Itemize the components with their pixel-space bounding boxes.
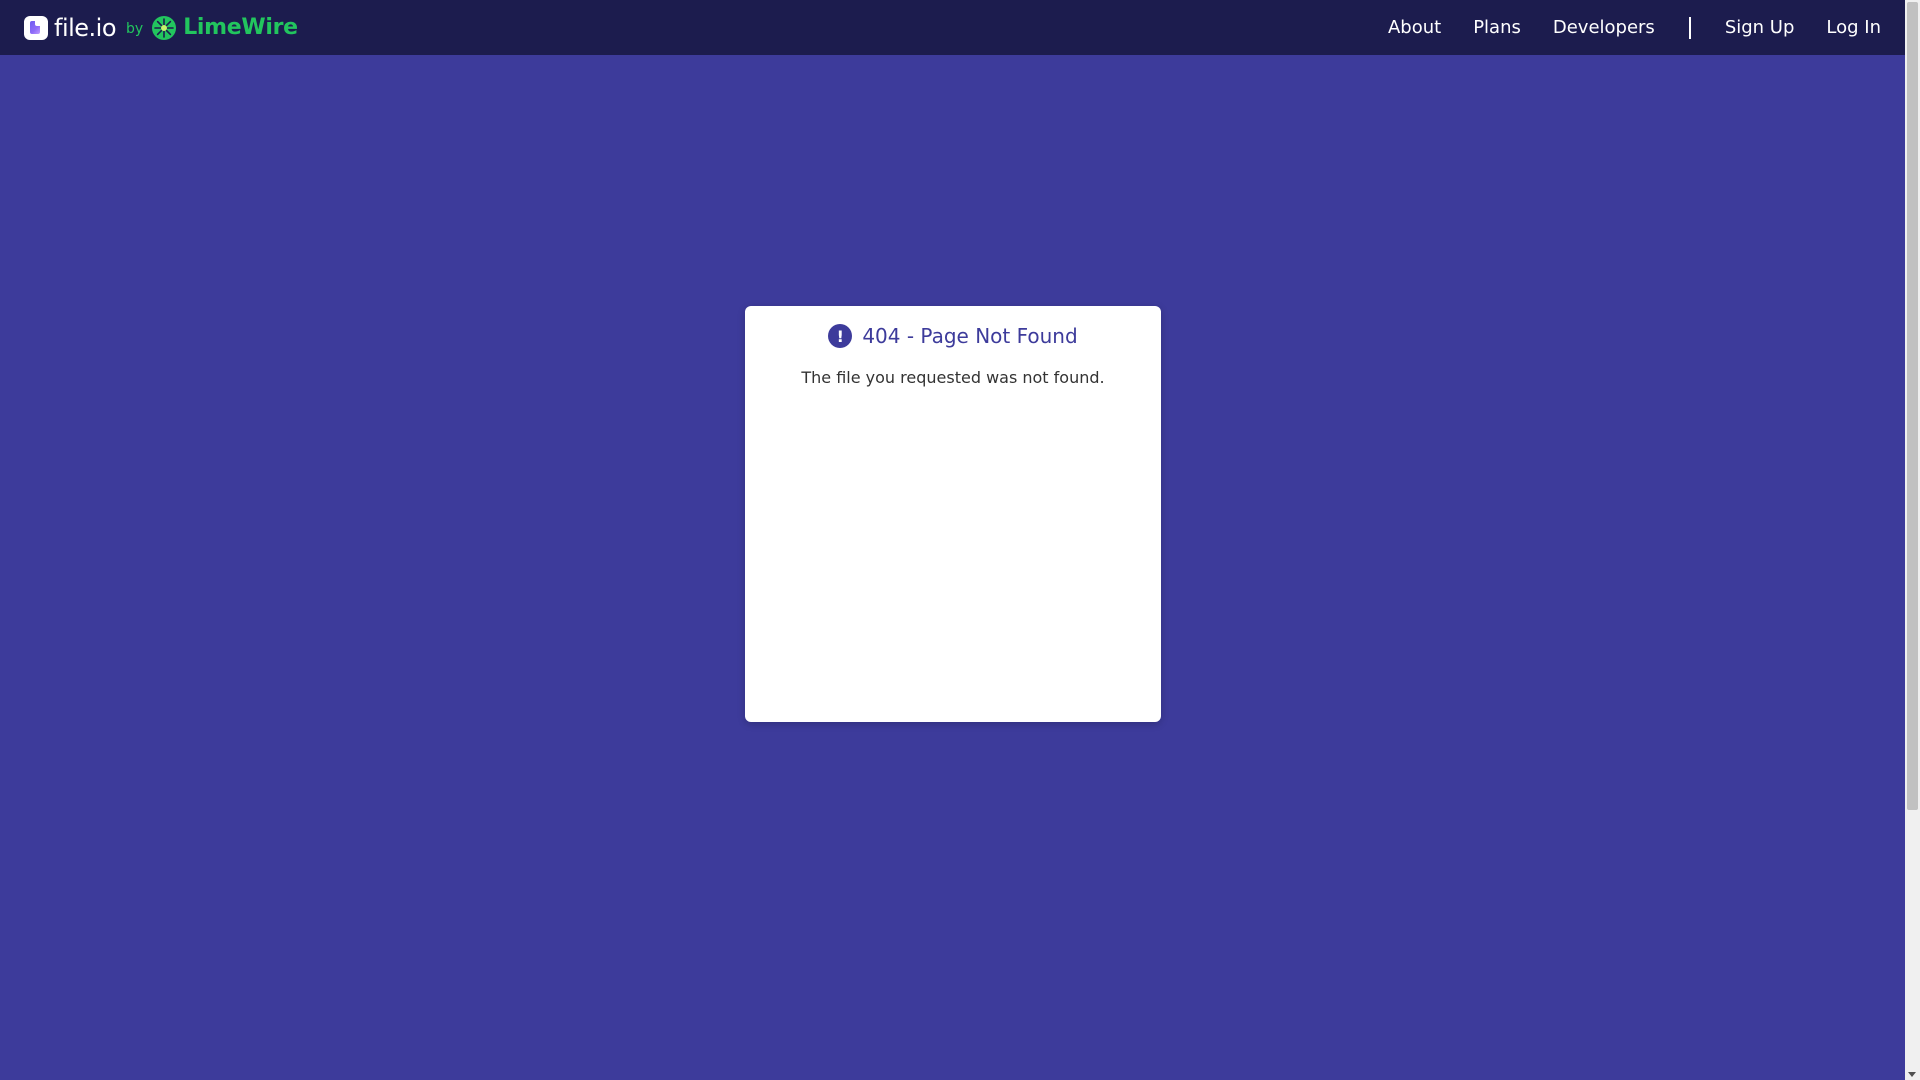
sign-up-link[interactable]: Sign Up — [1725, 17, 1795, 38]
error-card: ! 404 - Page Not Found The file you requ… — [745, 306, 1161, 722]
vertical-scrollbar[interactable] — [1905, 0, 1920, 1080]
scrollbar-thumb[interactable] — [1907, 2, 1918, 810]
nav-divider — [1688, 16, 1691, 39]
nav-link-developers[interactable]: Developers — [1553, 17, 1655, 38]
limewire-logo-icon — [152, 15, 177, 40]
exclamation-circle-icon: ! — [828, 324, 853, 348]
limewire-name: LimeWire — [183, 15, 298, 40]
scrollbar-down-arrow-icon[interactable] — [1908, 1072, 1916, 1077]
nav-link-plans[interactable]: Plans — [1473, 17, 1521, 38]
error-message: The file you requested was not found. — [801, 368, 1105, 387]
fileio-logo-icon — [24, 15, 48, 40]
log-in-link[interactable]: Log In — [1826, 17, 1881, 38]
nav-links: About Plans Developers Sign Up Log In — [1356, 0, 1881, 55]
nav-link-about[interactable]: About — [1388, 17, 1441, 38]
brand-name: file.io — [54, 13, 117, 42]
brand-by-label: by — [126, 20, 144, 37]
top-navbar: file.io by LimeWire About Plans Develope… — [0, 0, 1905, 55]
brand-logo-link[interactable]: file.io by LimeWire — [24, 0, 298, 55]
error-title: 404 - Page Not Found — [862, 324, 1078, 348]
error-card-header: ! 404 - Page Not Found — [745, 324, 1161, 348]
